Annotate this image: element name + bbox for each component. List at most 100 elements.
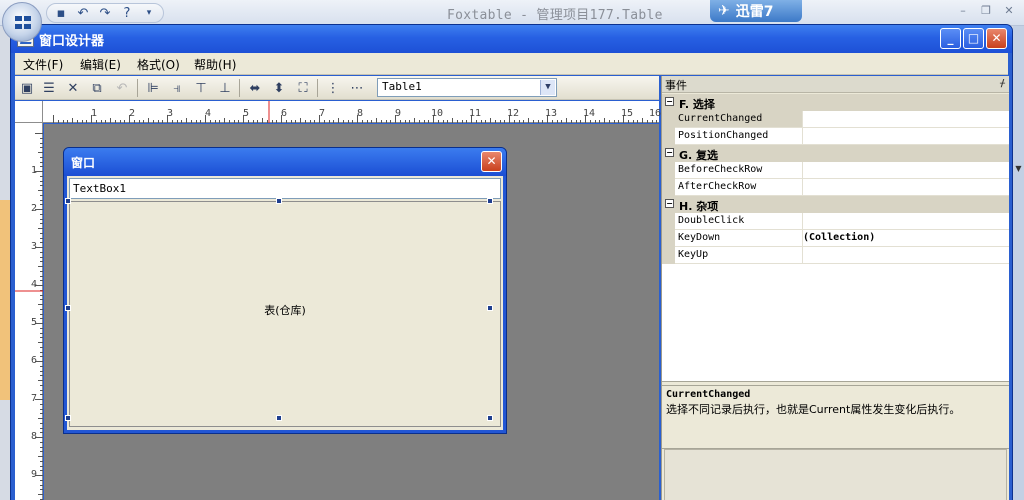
event-name: AfterCheckRow [678, 181, 757, 192]
toolbar-separator [317, 79, 318, 97]
event-name: PositionChanged [678, 130, 769, 141]
event-row-positionchanged[interactable]: PositionChanged [662, 128, 1009, 145]
designer-titlebar[interactable]: 窗口设计器 _ □ ✕ [11, 25, 1012, 53]
ruler-number: 9 [31, 469, 38, 480]
column-divider [802, 111, 803, 128]
event-name: CurrentChanged [678, 113, 763, 124]
ruler-number: 4 [205, 108, 212, 119]
menu-edit[interactable]: 编辑(E) [80, 56, 121, 73]
event-row-keyup[interactable]: KeyUp [662, 247, 1009, 264]
designed-form-window[interactable]: 窗口 ✕ TextBox1 表(仓库) [63, 147, 507, 434]
row-gutter [662, 213, 675, 230]
save-icon[interactable]: ▣ [19, 80, 35, 96]
form-body[interactable]: TextBox1 表(仓库) [65, 176, 503, 430]
resize-handle[interactable] [487, 415, 493, 421]
resize-handle[interactable] [65, 198, 71, 204]
office-logo-icon [15, 16, 31, 29]
category-row-checkbox[interactable]: − G. 复选 [662, 145, 1009, 162]
office-button[interactable] [2, 2, 42, 42]
toolbar-separator [239, 79, 240, 97]
ruler-number: 5 [243, 108, 250, 119]
category-label: F. 选择 [679, 98, 715, 111]
align-left-icon[interactable]: ⊫ [145, 80, 161, 96]
form-titlebar[interactable]: 窗口 ✕ [64, 148, 506, 176]
app-title: Foxtable - 管理项目177.Table [447, 8, 663, 23]
collapse-icon[interactable]: − [665, 199, 674, 208]
horizontal-ruler: 1 2 3 4 5 6 7 8 9 10 11 12 13 14 15 16 [43, 101, 662, 123]
xunlei-badge[interactable]: ✈ 迅雷7 [710, 0, 802, 22]
xunlei-label: 迅雷7 [735, 4, 774, 20]
background-restore-button[interactable]: ❐ [978, 4, 994, 18]
ruler-number: 16 [649, 108, 662, 119]
help-icon[interactable]: ? [119, 5, 135, 21]
row-gutter [662, 179, 675, 196]
collapse-icon[interactable]: − [665, 97, 674, 106]
align-top-icon[interactable]: ⊤ [193, 80, 209, 96]
align-right-icon[interactable]: ⫣ [169, 80, 185, 96]
form-close-button[interactable]: ✕ [481, 151, 502, 172]
event-description-box: CurrentChanged 选择不同记录后执行，也就是Current属性发生变… [662, 385, 1009, 445]
resize-handle[interactable] [65, 305, 71, 311]
undo-icon[interactable]: ↶ [114, 80, 130, 96]
pin-icon[interactable]: ᚋ [1000, 78, 1005, 89]
resize-handle[interactable] [487, 198, 493, 204]
row-gutter [662, 162, 675, 179]
ruler-number: 6 [281, 108, 288, 119]
resize-handle[interactable] [65, 415, 71, 421]
event-row-doubleclick[interactable]: DoubleClick [662, 213, 1009, 230]
background-close-button[interactable]: ✕ [1001, 4, 1017, 18]
vertical-spacing-icon[interactable]: ⋮ [325, 80, 341, 96]
resize-handle[interactable] [276, 415, 282, 421]
ruler-number: 4 [31, 279, 38, 290]
scroll-down-arrow-icon[interactable]: ▼ [1013, 160, 1024, 178]
undo-icon[interactable]: ↶ [75, 5, 91, 21]
ruler-number: 6 [31, 355, 38, 366]
designer-toolbar: ▣ ☰ ✕ ⧉ ↶ ⊫ ⫣ ⊤ ⊥ ⬌ ⬍ ⛶ ⋮ ⋯ Table1 ▼ [15, 76, 659, 100]
table-grid-control[interactable]: 表(仓库) [69, 201, 501, 427]
maximize-button[interactable]: □ [963, 28, 984, 49]
resize-handle[interactable] [487, 305, 493, 311]
menu-bar: 文件(F) 编辑(E) 格式(O) 帮助(H) [15, 53, 1008, 75]
delete-icon[interactable]: ✕ [65, 80, 81, 96]
same-height-icon[interactable]: ⬍ [271, 80, 287, 96]
ruler-number: 2 [129, 108, 136, 119]
category-row-select[interactable]: − F. 选择 [662, 94, 1009, 111]
ruler-number: 11 [469, 108, 482, 119]
background-minimize-button[interactable]: – [955, 4, 971, 18]
textbox1-control[interactable]: TextBox1 [69, 178, 501, 199]
event-row-currentchanged[interactable]: CurrentChanged [662, 111, 1009, 128]
event-name: KeyUp [678, 249, 709, 260]
quick-access-toolbar: ▪ ↶ ↷ ? ▾ [46, 3, 164, 23]
menu-format[interactable]: 格式(O) [137, 56, 180, 73]
description-title: CurrentChanged [666, 389, 751, 400]
customize-qat-icon[interactable]: ▾ [141, 5, 157, 21]
horizontal-spacing-icon[interactable]: ⋯ [349, 80, 365, 96]
menu-file[interactable]: 文件(F) [23, 56, 63, 73]
minimize-button[interactable]: _ [940, 28, 961, 49]
category-row-misc[interactable]: − H. 杂项 [662, 196, 1009, 213]
properties-icon[interactable]: ☰ [41, 80, 57, 96]
table-select[interactable]: Table1 ▼ [377, 78, 557, 97]
event-row-keydown[interactable]: KeyDown (Collection) [662, 230, 1009, 247]
copy-icon[interactable]: ⧉ [89, 80, 105, 96]
same-width-icon[interactable]: ⬌ [247, 80, 263, 96]
align-bottom-icon[interactable]: ⊥ [217, 80, 233, 96]
ruler-number: 10 [431, 108, 444, 119]
menu-help[interactable]: 帮助(H) [194, 56, 236, 73]
vertical-ruler: 1 2 3 4 5 6 7 8 9 [15, 123, 43, 500]
event-row-beforecheckrow[interactable]: BeforeCheckRow [662, 162, 1009, 179]
save-icon[interactable]: ▪ [53, 5, 69, 21]
table-grid-label: 表(仓库) [264, 304, 306, 317]
event-value[interactable]: (Collection) [803, 232, 875, 243]
lower-panel-inner [664, 449, 1007, 500]
collapse-icon[interactable]: − [665, 148, 674, 157]
chevron-down-icon[interactable]: ▼ [540, 80, 555, 95]
resize-handle[interactable] [276, 198, 282, 204]
event-row-aftercheckrow[interactable]: AfterCheckRow [662, 179, 1009, 196]
ruler-number: 3 [167, 108, 174, 119]
row-gutter [662, 128, 675, 145]
event-name: DoubleClick [678, 215, 745, 226]
same-size-icon[interactable]: ⛶ [295, 80, 311, 96]
close-button[interactable]: ✕ [986, 28, 1007, 49]
redo-icon[interactable]: ↷ [97, 5, 113, 21]
